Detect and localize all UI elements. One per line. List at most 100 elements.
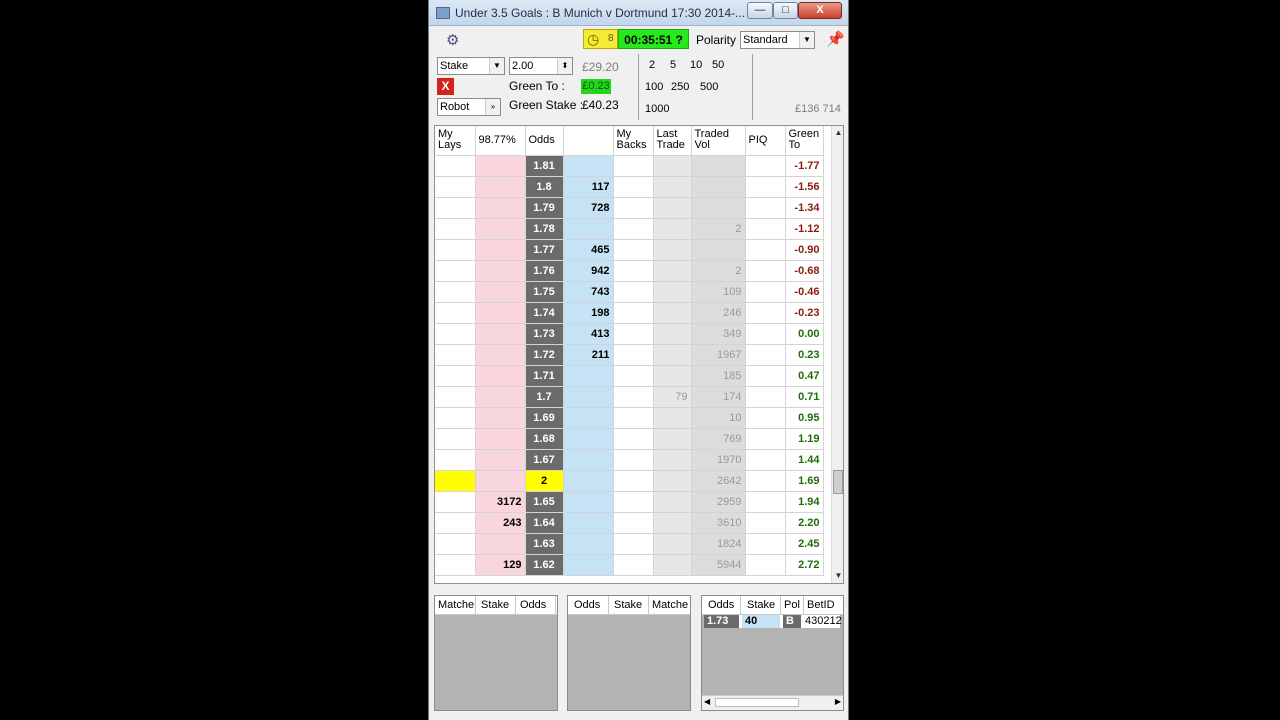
col-header[interactable]: Pol bbox=[784, 599, 800, 611]
ladder-my-back-cell[interactable] bbox=[613, 344, 654, 366]
horizontal-scrollbar[interactable]: ◀ ▶ bbox=[702, 695, 843, 710]
ladder-my-lay-cell[interactable] bbox=[435, 281, 476, 303]
ladder-lay-cell[interactable] bbox=[475, 344, 526, 366]
ladder-my-back-cell[interactable] bbox=[613, 155, 654, 177]
ladder-my-lay-cell[interactable] bbox=[435, 239, 476, 261]
quick-stake[interactable]: 5 bbox=[670, 59, 676, 71]
clock-button[interactable]: ◷ 8 bbox=[583, 29, 618, 49]
ladder-my-back-cell[interactable] bbox=[613, 323, 654, 345]
ladder-my-lay-cell[interactable] bbox=[435, 197, 476, 219]
ladder-lay-cell[interactable] bbox=[475, 302, 526, 324]
ladder-my-lay-cell[interactable] bbox=[435, 155, 476, 177]
ladder-back-cell[interactable] bbox=[563, 407, 614, 429]
ladder-lay-cell[interactable] bbox=[475, 449, 526, 471]
ladder-back-cell[interactable]: 198 bbox=[563, 302, 614, 324]
title-bar[interactable]: Under 3.5 Goals : B Munich v Dortmund 17… bbox=[429, 0, 848, 26]
ladder-back-cell[interactable] bbox=[563, 218, 614, 240]
ladder-my-lay-cell[interactable] bbox=[435, 386, 476, 408]
quick-stake[interactable]: 10 bbox=[690, 59, 702, 71]
ladder-my-back-cell[interactable] bbox=[613, 218, 654, 240]
quick-stake[interactable]: 250 bbox=[671, 81, 689, 93]
scroll-left-icon[interactable]: ◀ bbox=[704, 697, 710, 706]
ladder-my-lay-cell[interactable] bbox=[435, 554, 476, 576]
polarity-select[interactable]: Standard ▼ bbox=[740, 31, 815, 49]
ladder-back-cell[interactable] bbox=[563, 470, 614, 492]
ladder-back-cell[interactable] bbox=[563, 533, 614, 555]
scroll-thumb[interactable] bbox=[715, 698, 799, 707]
ladder-my-back-cell[interactable] bbox=[613, 281, 654, 303]
ladder-my-back-cell[interactable] bbox=[613, 449, 654, 471]
scroll-up-icon[interactable]: ▲ bbox=[832, 126, 843, 140]
ladder-back-cell[interactable] bbox=[563, 512, 614, 534]
ladder-my-lay-cell[interactable] bbox=[435, 176, 476, 198]
ladder-my-lay-cell[interactable] bbox=[435, 344, 476, 366]
ladder-back-cell[interactable] bbox=[563, 365, 614, 387]
ladder-back-cell[interactable] bbox=[563, 386, 614, 408]
col-header[interactable]: Stake bbox=[481, 599, 509, 611]
col-header[interactable]: Odds bbox=[708, 599, 734, 611]
ladder-my-lay-cell[interactable] bbox=[435, 491, 476, 513]
cancel-button[interactable]: X bbox=[437, 78, 454, 95]
ladder-my-back-cell[interactable] bbox=[613, 428, 654, 450]
ladder-lay-cell[interactable] bbox=[475, 155, 526, 177]
ladder-my-back-cell[interactable] bbox=[613, 533, 654, 555]
scroll-right-icon[interactable]: ▶ bbox=[835, 697, 841, 706]
quick-stake[interactable]: 1000 bbox=[645, 103, 669, 115]
col-header[interactable]: BetID bbox=[807, 599, 835, 611]
col-header[interactable]: Stake bbox=[614, 599, 642, 611]
ladder-my-lay-cell[interactable] bbox=[435, 260, 476, 282]
ladder-lay-cell[interactable] bbox=[475, 533, 526, 555]
bet-row[interactable]: 1.73 40 B 430212 bbox=[704, 615, 842, 628]
ladder-my-lay-cell[interactable] bbox=[435, 323, 476, 345]
ladder-back-cell[interactable]: 743 bbox=[563, 281, 614, 303]
ladder-back-cell[interactable]: 728 bbox=[563, 197, 614, 219]
ladder-lay-cell[interactable] bbox=[475, 218, 526, 240]
gear-icon[interactable]: ⚙ bbox=[446, 31, 459, 49]
ladder-lay-cell[interactable] bbox=[475, 239, 526, 261]
ladder-lay-cell[interactable] bbox=[475, 260, 526, 282]
col-header[interactable]: Odds bbox=[520, 599, 546, 611]
ladder-my-lay-cell[interactable] bbox=[435, 449, 476, 471]
ladder-back-cell[interactable] bbox=[563, 491, 614, 513]
ladder-lay-cell[interactable]: 243 bbox=[475, 512, 526, 534]
ladder-back-cell[interactable]: 211 bbox=[563, 344, 614, 366]
ladder-my-back-cell[interactable] bbox=[613, 302, 654, 324]
ladder-lay-cell[interactable] bbox=[475, 428, 526, 450]
col-header[interactable]: Odds bbox=[574, 599, 600, 611]
scroll-thumb[interactable] bbox=[833, 470, 843, 494]
scroll-down-icon[interactable]: ▼ bbox=[832, 569, 843, 583]
quick-stake[interactable]: 2 bbox=[649, 59, 655, 71]
robot-select[interactable]: Robot » bbox=[437, 98, 501, 116]
ladder-my-lay-cell[interactable] bbox=[435, 365, 476, 387]
ladder-back-cell[interactable] bbox=[563, 428, 614, 450]
ladder-my-lay-cell[interactable] bbox=[435, 302, 476, 324]
ladder-my-lay-cell[interactable] bbox=[435, 428, 476, 450]
ladder-my-lay-cell[interactable] bbox=[435, 218, 476, 240]
ladder-lay-cell[interactable] bbox=[475, 281, 526, 303]
ladder-back-cell[interactable] bbox=[563, 449, 614, 471]
col-header[interactable]: Matche bbox=[438, 599, 474, 611]
pin-icon[interactable]: 📌 bbox=[826, 30, 845, 48]
col-header[interactable]: Stake bbox=[747, 599, 775, 611]
close-window-button[interactable]: X bbox=[798, 2, 842, 19]
ladder-my-back-cell[interactable] bbox=[613, 197, 654, 219]
ladder-my-lay-cell[interactable] bbox=[435, 533, 476, 555]
maximize-button[interactable]: □ bbox=[773, 2, 798, 19]
ladder-lay-cell[interactable] bbox=[475, 197, 526, 219]
ladder-scrollbar[interactable]: ▲ ▼ bbox=[831, 126, 843, 583]
quick-stake[interactable]: 50 bbox=[712, 59, 724, 71]
ladder-my-back-cell[interactable] bbox=[613, 365, 654, 387]
ladder-my-back-cell[interactable] bbox=[613, 407, 654, 429]
ladder-lay-cell[interactable] bbox=[475, 323, 526, 345]
ladder-back-cell[interactable] bbox=[563, 155, 614, 177]
quick-stake[interactable]: 500 bbox=[700, 81, 718, 93]
ladder-lay-cell[interactable] bbox=[475, 176, 526, 198]
ladder-back-cell[interactable]: 117 bbox=[563, 176, 614, 198]
minimize-button[interactable]: — bbox=[747, 2, 773, 19]
ladder-lay-cell[interactable] bbox=[475, 365, 526, 387]
ladder-my-lay-cell[interactable] bbox=[435, 407, 476, 429]
ladder-lay-cell[interactable]: 129 bbox=[475, 554, 526, 576]
quick-stake[interactable]: 100 bbox=[645, 81, 663, 93]
ladder-my-back-cell[interactable] bbox=[613, 512, 654, 534]
ladder-back-cell[interactable]: 413 bbox=[563, 323, 614, 345]
